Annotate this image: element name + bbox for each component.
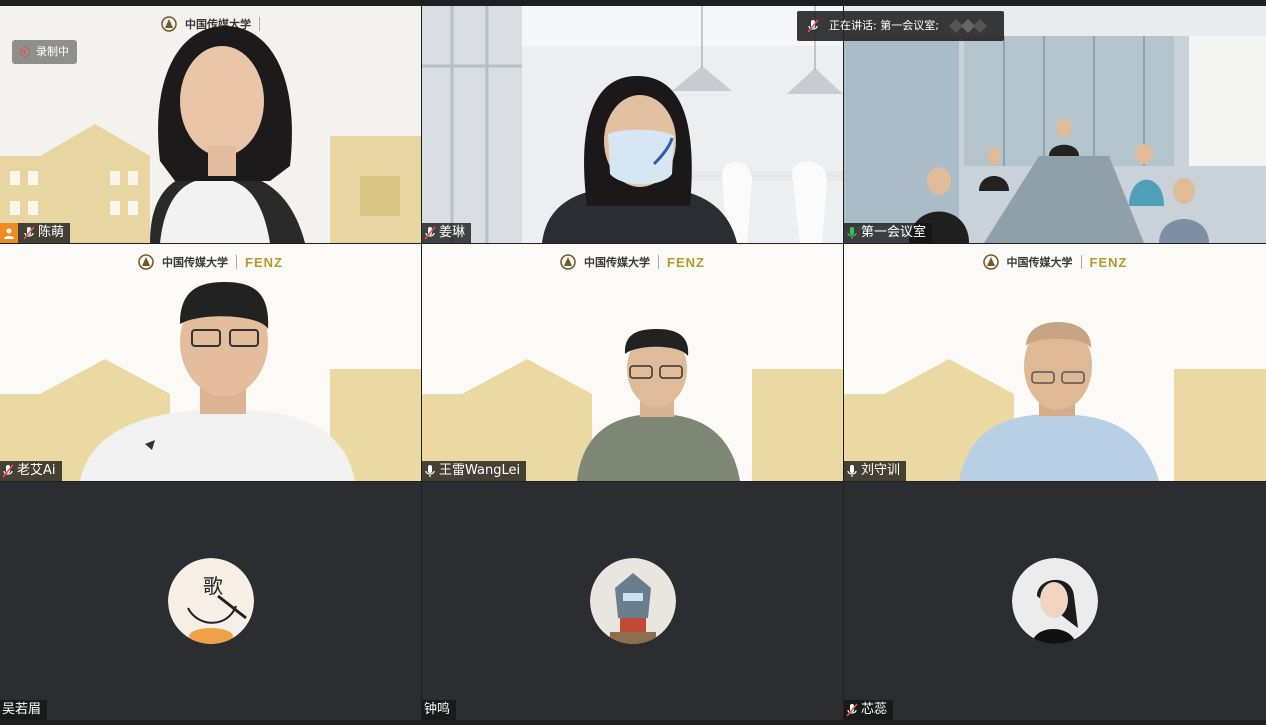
- participant-name: 刘守训: [861, 463, 901, 478]
- participant-name: 陈萌: [38, 225, 65, 240]
- avatar: [1012, 558, 1098, 644]
- participant-name-tag: 钟鸣: [422, 700, 457, 720]
- participant-name: 钟鸣: [424, 702, 451, 717]
- participant-name: 姜琳: [439, 225, 466, 240]
- speaking-indicator-icon: [948, 19, 987, 33]
- video-tile-jiang-lin[interactable]: 姜琳: [422, 6, 843, 243]
- mic-icon: [847, 465, 857, 477]
- host-icon: [0, 223, 18, 243]
- mic-muted-icon: [846, 703, 858, 717]
- video-tile-lao-ai[interactable]: 中国传媒大学 FENZ 老艾Ai: [0, 244, 421, 481]
- recording-label: 录制中: [36, 45, 69, 58]
- participant-name-tag: 芯蕊: [844, 700, 894, 720]
- avatar-tile-xin-rui[interactable]: 芯蕊: [844, 482, 1266, 720]
- record-icon: [20, 47, 30, 57]
- mic-icon: [425, 465, 435, 477]
- active-speaker-banner: 正在讲话: 第一会议室;: [797, 11, 1004, 41]
- video-grid: 中国传媒大学 录制中 陈萌 姜琳 第一会议室 中国传媒大学 FENZ 老艾Ai …: [0, 6, 1266, 720]
- video-tile-liu-shou-xun[interactable]: 中国传媒大学 FENZ 刘守训: [844, 244, 1266, 481]
- participant-name-tag: 吴若眉: [0, 700, 48, 720]
- participant-name-tag: 老艾Ai: [0, 461, 62, 481]
- recording-badge[interactable]: 录制中: [12, 40, 77, 64]
- avatar: 歌: [167, 558, 254, 644]
- avatar-tile-wu-ruo-mei[interactable]: 歌 吴若眉: [0, 482, 421, 720]
- participant-video: [80, 282, 355, 481]
- participant-name: 吴若眉: [2, 702, 42, 717]
- conference-room-video: [844, 6, 1266, 243]
- mic-active-icon: [847, 227, 857, 239]
- participant-name: 王雷WangLei: [439, 463, 521, 478]
- mic-muted-icon: [2, 464, 14, 478]
- mic-muted-icon: [807, 19, 819, 33]
- video-tile-chen-meng[interactable]: 中国传媒大学 录制中 陈萌: [0, 6, 421, 243]
- video-tile-wang-lei[interactable]: 中国传媒大学 FENZ 王雷WangLei: [422, 244, 843, 481]
- participant-name: 老艾Ai: [17, 463, 56, 478]
- participant-name-tag: 姜琳: [422, 223, 472, 243]
- participant-video: [542, 76, 737, 243]
- participant-name: 芯蕊: [861, 702, 888, 717]
- participant-name: 第一会议室: [861, 225, 927, 240]
- speaking-label: 正在讲话: 第一会议室;: [829, 19, 939, 32]
- participant-name-tag: 第一会议室: [844, 223, 933, 243]
- mic-muted-icon: [23, 226, 35, 240]
- participant-name-tag: 刘守训: [844, 461, 907, 481]
- video-tile-conference-room[interactable]: 第一会议室: [844, 6, 1266, 243]
- avatar-tile-zhong-ming[interactable]: 钟鸣: [422, 482, 843, 720]
- mic-muted-icon: [424, 226, 436, 240]
- participant-video: [577, 329, 740, 481]
- participant-video: [959, 322, 1159, 481]
- participant-name-tag: 王雷WangLei: [422, 461, 527, 481]
- svg-text:歌: 歌: [203, 574, 223, 598]
- avatar: [589, 558, 676, 644]
- participant-name-tag: 陈萌: [0, 223, 71, 243]
